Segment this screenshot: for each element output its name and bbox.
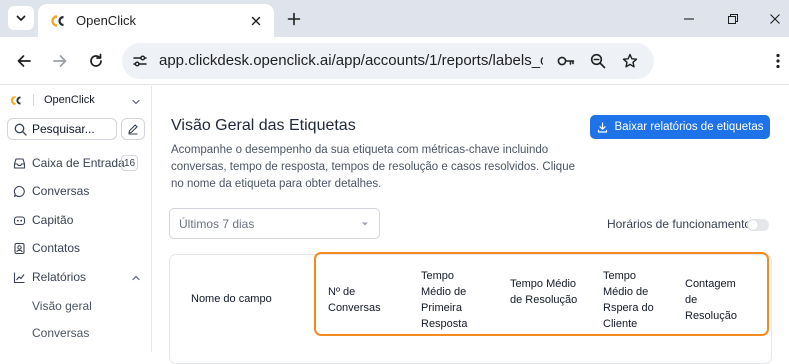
reload-icon (90, 53, 102, 67)
account-name: OpenClick (44, 94, 95, 106)
new-tab-button[interactable] (284, 9, 304, 29)
browser-tab-bar: OpenClick (0, 0, 789, 37)
reload-button[interactable] (84, 49, 108, 73)
column-header-field-name[interactable]: Nome do campo (191, 291, 272, 307)
restore-button[interactable] (724, 10, 742, 28)
url-text[interactable]: app.clickdesk.openclick.ai/app/accounts/… (159, 52, 543, 69)
tab-close-button[interactable] (248, 13, 264, 29)
sidebar-item-inbox[interactable]: Caixa de Entrada (12, 153, 125, 173)
date-range-select[interactable]: Últimos 7 dias (169, 208, 380, 239)
metric-columns-highlight (314, 252, 769, 336)
download-reports-label: Baixar relatórios de etiquetas (614, 121, 764, 133)
contact-card-icon (12, 241, 26, 255)
account-menu-toggle[interactable] (130, 96, 142, 108)
business-hours-toggle[interactable] (747, 219, 769, 231)
tab-search-dropdown[interactable] (8, 6, 34, 30)
forward-button[interactable] (48, 49, 72, 73)
download-icon (597, 121, 609, 133)
sidebar-item-reports[interactable]: Relatórios (12, 267, 86, 287)
pencil-icon (128, 124, 138, 135)
app-sidebar: OpenClick Pesquisar... Caixa de Entrada … (0, 86, 152, 352)
sidebar-subitem-conversations[interactable]: Conversas (32, 326, 89, 340)
passwords-button[interactable] (556, 51, 576, 71)
key-icon (557, 56, 575, 66)
sidebar-item-contacts[interactable]: Contatos (12, 238, 80, 258)
sidebar-item-label: Contatos (32, 241, 81, 255)
sidebar-item-captain[interactable]: Capitão (12, 210, 73, 230)
tune-icon (133, 55, 147, 67)
main-content: Visão Geral das Etiquetas Acompanhe o de… (153, 86, 789, 364)
restore-icon (728, 14, 738, 24)
account-switcher[interactable]: OpenClick (10, 94, 95, 106)
openclick-logo-icon (51, 14, 64, 27)
sidebar-item-label: Conversas (32, 184, 90, 198)
caret-down-icon (362, 222, 368, 226)
search-icon (14, 123, 27, 136)
chevron-down-icon (16, 15, 26, 21)
download-reports-button[interactable]: Baixar relatórios de etiquetas (590, 115, 770, 139)
chevron-down-icon (132, 99, 140, 105)
inbox-icon (12, 156, 26, 170)
close-icon (251, 16, 261, 26)
sidebar-item-conversations[interactable]: Conversas (12, 181, 89, 201)
plus-icon (287, 12, 301, 26)
arrow-left-icon (17, 55, 31, 67)
sidebar-item-label: Caixa de Entrada (32, 156, 125, 170)
browser-toolbar: app.clickdesk.openclick.ai/app/accounts/… (0, 37, 789, 85)
site-info-button[interactable] (130, 51, 150, 71)
chart-line-icon (12, 270, 26, 284)
chat-bubble-icon (12, 184, 26, 198)
sidebar-item-label: Relatórios (32, 270, 87, 284)
page-description: Acompanhe o desempenho da sua etiqueta c… (171, 144, 575, 190)
minimize-icon (684, 18, 694, 20)
browser-tab-active[interactable]: OpenClick (38, 4, 274, 37)
chevron-up-icon (132, 275, 140, 281)
sidebar-item-label: Capitão (32, 213, 74, 227)
toggle-knob (748, 220, 758, 230)
more-vertical-icon (776, 53, 780, 69)
minimize-button[interactable] (680, 10, 698, 28)
date-range-value: Últimos 7 dias (179, 216, 255, 231)
back-button[interactable] (12, 49, 36, 73)
business-hours-label: Horários de funcionamento (607, 217, 752, 231)
window-close-button[interactable] (766, 10, 784, 28)
bot-icon (12, 213, 26, 227)
zoom-button[interactable] (588, 51, 608, 71)
page-title: Visão Geral das Etiquetas (171, 117, 356, 134)
compose-button[interactable] (121, 118, 145, 140)
arrow-right-icon (53, 55, 67, 67)
zoom-out-icon (590, 53, 606, 69)
star-icon (622, 53, 638, 68)
search-placeholder: Pesquisar... (32, 122, 95, 136)
bookmark-button[interactable] (620, 51, 640, 71)
reports-collapse-toggle[interactable] (130, 272, 142, 284)
address-bar[interactable]: app.clickdesk.openclick.ai/app/accounts/… (122, 43, 654, 79)
brand-divider (33, 94, 34, 106)
tab-title: OpenClick (76, 13, 136, 28)
openclick-logo-icon (10, 95, 21, 105)
inbox-count-badge: 16 (121, 155, 138, 171)
browser-menu-button[interactable] (770, 49, 786, 73)
sidebar-search[interactable]: Pesquisar... (7, 118, 117, 140)
close-icon (770, 14, 780, 24)
sidebar-subitem-overview[interactable]: Visão geral (32, 299, 92, 313)
